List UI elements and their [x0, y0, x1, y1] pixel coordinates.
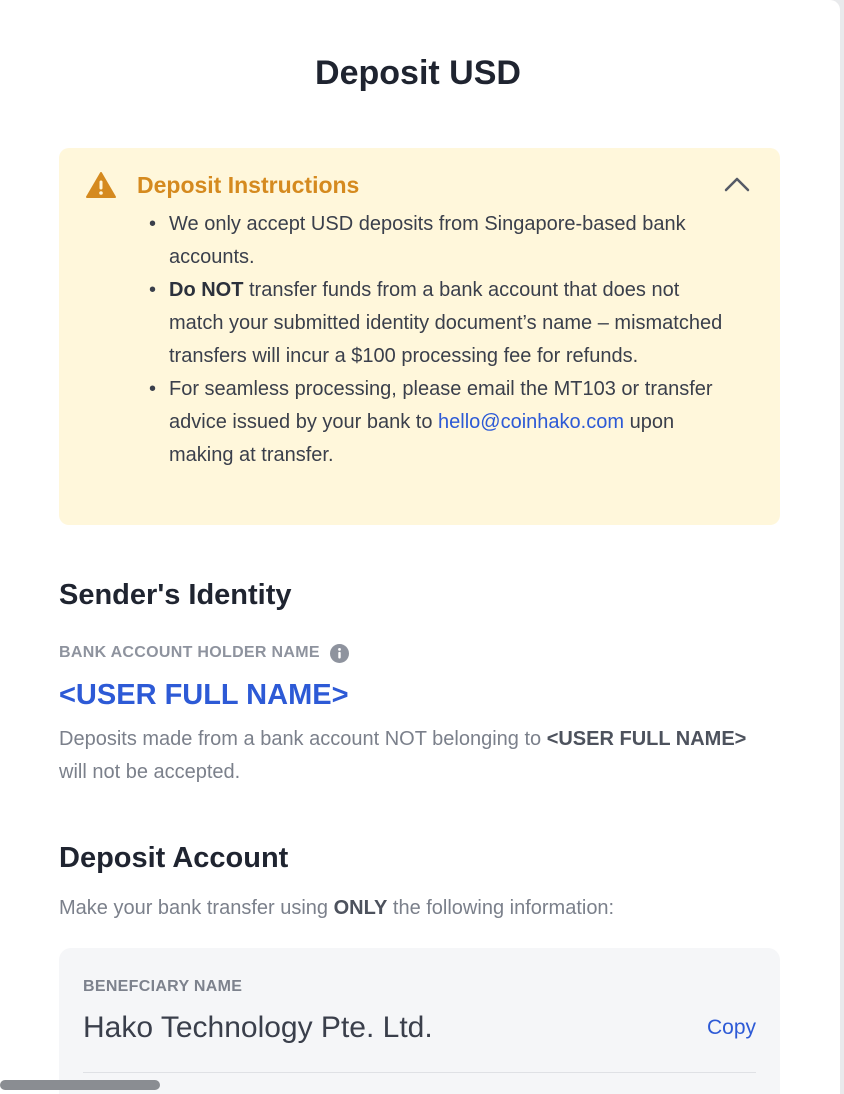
instructions-list: We only accept USD deposits from Singapo… [147, 208, 729, 472]
instruction-emphasis: Do NOT [169, 279, 244, 301]
sender-note-text: will not be accepted. [59, 761, 241, 783]
instruction-item: We only accept USD deposits from Singapo… [149, 208, 729, 274]
bank-account-holder-label: BANK ACCOUNT HOLDER NAME [59, 642, 349, 664]
sender-warning-note: Deposits made from a bank account NOT be… [59, 723, 759, 789]
bank-account-holder-label-text: BANK ACCOUNT HOLDER NAME [59, 644, 320, 661]
copy-beneficiary-button[interactable]: Copy [707, 1014, 756, 1042]
instruction-text: We only accept USD deposits from Singapo… [169, 213, 686, 268]
deposit-account-intro: Make your bank transfer using ONLY the f… [59, 892, 779, 925]
warning-triangle-icon [86, 172, 116, 198]
beneficiary-card: BENEFCIARY NAME Hako Technology Pte. Ltd… [59, 948, 780, 1094]
instruction-text: transfer funds from a bank account that … [169, 279, 723, 367]
account-holder-name: <USER FULL NAME> [59, 679, 349, 711]
sender-note-name: <USER FULL NAME> [546, 728, 747, 750]
window-edge [840, 0, 844, 1094]
senders-identity-heading: Sender's Identity [59, 579, 292, 611]
deposit-intro-text: the following information: [387, 897, 615, 919]
horizontal-scrollbar-thumb[interactable] [0, 1080, 160, 1090]
instruction-item: Do NOT transfer funds from a bank accoun… [149, 274, 729, 373]
beneficiary-name-label: BENEFCIARY NAME [83, 978, 243, 995]
info-icon[interactable] [329, 643, 349, 663]
deposit-instructions-panel: Deposit Instructions We only accept USD … [59, 148, 780, 525]
page-title: Deposit USD [315, 54, 521, 92]
deposit-account-heading: Deposit Account [59, 842, 289, 874]
deposit-usd-page: Deposit USD Deposit Instructions We only… [0, 0, 840, 1094]
deposit-intro-text: Make your bank transfer using [59, 897, 334, 919]
sender-note-text: Deposits made from a bank account NOT be… [59, 728, 547, 750]
support-email-link[interactable]: hello@coinhako.com [438, 411, 624, 433]
deposit-intro-emphasis: ONLY [333, 897, 388, 919]
card-divider [83, 1072, 756, 1073]
beneficiary-name-value: Hako Technology Pte. Ltd. [83, 1011, 433, 1044]
chevron-up-icon[interactable] [721, 170, 753, 198]
deposit-instructions-title: Deposit Instructions [137, 172, 360, 198]
instruction-item: For seamless processing, please email th… [149, 373, 729, 472]
